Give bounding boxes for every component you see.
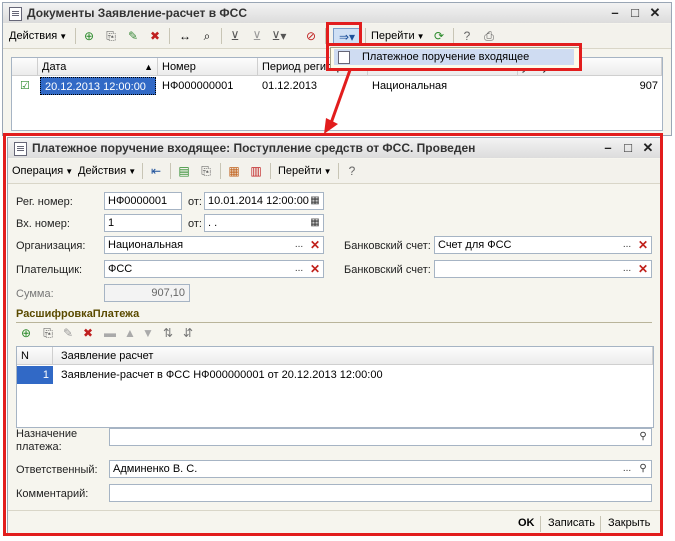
toolbar-separator [75, 28, 76, 44]
pointer-arrow [324, 69, 352, 134]
print-icon[interactable]: ⎙ [481, 28, 497, 44]
minimize-icon[interactable]: – [607, 5, 623, 21]
filter-list-icon[interactable]: ⊻ [249, 28, 265, 44]
edit-icon[interactable]: ✎ [125, 28, 141, 44]
interval-icon[interactable]: ↔ [177, 28, 193, 44]
document-list-icon [9, 7, 22, 21]
add-icon[interactable]: ⊕ [81, 28, 97, 44]
clear-filter-icon[interactable]: ⊘ [303, 28, 319, 44]
highlight-dropdown-item [326, 43, 582, 71]
delete-icon[interactable]: ✖ [147, 28, 163, 44]
maximize-icon[interactable]: □ [627, 5, 643, 21]
documents-window-title: Документы Заявление-расчет в ФСС [27, 6, 247, 20]
toolbar-separator [365, 28, 366, 44]
row-date[interactable]: 20.12.2013 12:00:00 [40, 77, 156, 95]
toolbar-separator [221, 28, 222, 44]
refresh-icon[interactable]: ⟳ [431, 28, 447, 44]
grid-header-icon [12, 58, 38, 76]
help-icon[interactable]: ? [459, 28, 475, 44]
grid-header-number[interactable]: Номер [158, 58, 258, 76]
close-icon[interactable]: ✕ [647, 5, 663, 21]
filter-menu-icon[interactable]: ⊻▾ [271, 28, 287, 44]
find-icon[interactable]: ⌕ [199, 28, 215, 44]
copy-icon[interactable]: ⎘ [103, 28, 119, 44]
row-org[interactable]: Национальная [368, 77, 518, 95]
documents-window-titlebar: Документы Заявление-расчет в ФСС – □ ✕ [3, 3, 671, 23]
row-number[interactable]: НФ000000001 [158, 77, 258, 95]
highlight-form-window [3, 133, 663, 536]
posted-document-icon: ☑ [20, 80, 30, 92]
toolbar-separator [453, 28, 454, 44]
filter-icon[interactable]: ⊻ [227, 28, 243, 44]
actions-menu[interactable]: Действия ▼ [9, 27, 67, 45]
grid-header-date[interactable]: Дата ▲ [38, 58, 158, 76]
row-sum[interactable]: 907 [518, 77, 660, 95]
toolbar-separator [169, 28, 170, 44]
